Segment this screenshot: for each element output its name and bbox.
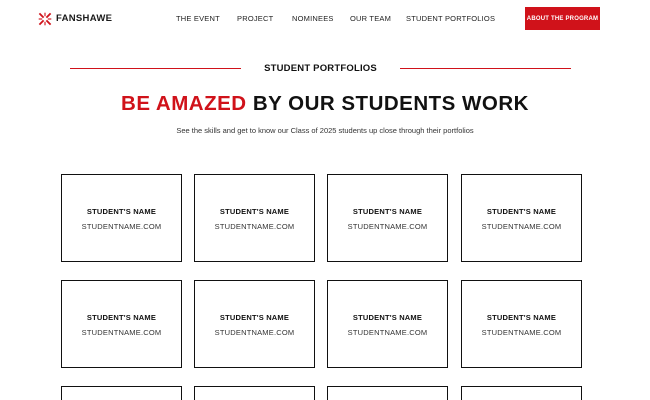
student-name: STUDENT'S NAME	[86, 313, 157, 322]
portfolio-card[interactable]	[61, 386, 182, 400]
about-the-program-button[interactable]: ABOUT THE PROGRAM	[525, 7, 600, 30]
student-site: STUDENTNAME.COM	[481, 222, 562, 231]
section-divider-left	[70, 68, 241, 69]
portfolio-card[interactable]: STUDENT'S NAME STUDENTNAME.COM	[461, 280, 582, 368]
student-site: STUDENTNAME.COM	[481, 328, 562, 337]
portfolio-card[interactable]: STUDENT'S NAME STUDENTNAME.COM	[194, 280, 315, 368]
student-name: STUDENT'S NAME	[486, 207, 557, 216]
student-name: STUDENT'S NAME	[219, 207, 290, 216]
student-site: STUDENTNAME.COM	[81, 328, 162, 337]
page-subline: See the skills and get to know our Class…	[176, 126, 474, 135]
student-site: STUDENTNAME.COM	[347, 222, 428, 231]
student-site: STUDENTNAME.COM	[81, 222, 162, 231]
portfolio-card[interactable]	[461, 386, 582, 400]
student-name: STUDENT'S NAME	[486, 313, 557, 322]
student-site: STUDENTNAME.COM	[214, 328, 295, 337]
section-label: STUDENT PORTFOLIOS	[264, 63, 377, 74]
site-header: FANSHAWE THE EVENT PROJECT NOMINEES OUR …	[0, 0, 650, 40]
fanshawe-star-icon	[38, 12, 52, 26]
nav-item-nominees[interactable]: NOMINEES	[292, 14, 334, 24]
nav-item-the-event[interactable]: THE EVENT	[176, 14, 220, 24]
student-site: STUDENTNAME.COM	[214, 222, 295, 231]
headline-accent: BE AMAZED	[121, 92, 247, 115]
brand-logo[interactable]: FANSHAWE	[38, 12, 112, 26]
portfolio-card[interactable]	[327, 386, 448, 400]
section-divider-right	[400, 68, 571, 69]
nav-item-student-portfolios[interactable]: STUDENT PORTFOLIOS	[406, 14, 495, 24]
nav-item-our-team[interactable]: OUR TEAM	[350, 14, 391, 24]
portfolio-card[interactable]	[194, 386, 315, 400]
portfolio-card[interactable]: STUDENT'S NAME STUDENTNAME.COM	[327, 174, 448, 262]
student-name: STUDENT'S NAME	[219, 313, 290, 322]
page-headline: BE AMAZED BY OUR STUDENTS WORK	[0, 92, 650, 116]
student-name: STUDENT'S NAME	[86, 207, 157, 216]
student-site: STUDENTNAME.COM	[347, 328, 428, 337]
portfolio-card[interactable]: STUDENT'S NAME STUDENTNAME.COM	[461, 174, 582, 262]
portfolio-card[interactable]: STUDENT'S NAME STUDENTNAME.COM	[327, 280, 448, 368]
portfolio-card[interactable]: STUDENT'S NAME STUDENTNAME.COM	[61, 280, 182, 368]
student-name: STUDENT'S NAME	[352, 207, 423, 216]
portfolio-card[interactable]: STUDENT'S NAME STUDENTNAME.COM	[61, 174, 182, 262]
student-name: STUDENT'S NAME	[352, 313, 423, 322]
portfolio-card[interactable]: STUDENT'S NAME STUDENTNAME.COM	[194, 174, 315, 262]
nav-item-project[interactable]: PROJECT	[237, 14, 273, 24]
headline-rest: BY OUR STUDENTS WORK	[252, 92, 529, 115]
brand-name: FANSHAWE	[56, 13, 113, 24]
